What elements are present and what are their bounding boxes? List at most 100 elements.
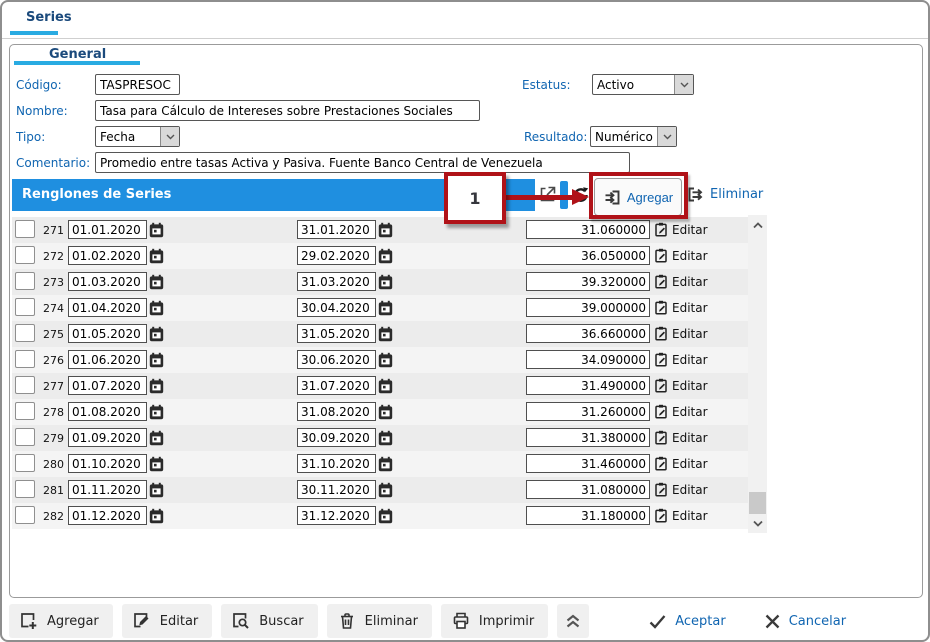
- comentario-input[interactable]: [95, 152, 630, 173]
- value-input[interactable]: [526, 246, 650, 265]
- value-input[interactable]: [526, 402, 650, 421]
- value-input[interactable]: [526, 272, 650, 291]
- value-input[interactable]: [526, 428, 650, 447]
- row-checkbox[interactable]: [15, 220, 35, 238]
- calendar-icon[interactable]: [149, 430, 164, 446]
- edit-row-icon[interactable]: [654, 352, 668, 367]
- date-from-input[interactable]: [68, 402, 147, 421]
- calendar-icon[interactable]: [378, 274, 393, 290]
- toolbar-eliminar-button[interactable]: Eliminar: [326, 604, 432, 638]
- calendar-icon[interactable]: [378, 404, 393, 420]
- row-checkbox[interactable]: [15, 480, 35, 498]
- calendar-icon[interactable]: [149, 352, 164, 368]
- edit-row-icon[interactable]: [654, 482, 668, 497]
- value-input[interactable]: [526, 454, 650, 473]
- value-input[interactable]: [526, 480, 650, 499]
- scroll-down-icon[interactable]: [748, 515, 767, 531]
- toolbar-imprimir-button[interactable]: Imprimir: [440, 604, 549, 638]
- tipo-select[interactable]: Fecha: [95, 126, 180, 147]
- value-input[interactable]: [526, 350, 650, 369]
- row-edit-label[interactable]: Editar: [672, 223, 708, 237]
- row-edit-label[interactable]: Editar: [672, 353, 708, 367]
- edit-row-icon[interactable]: [654, 430, 668, 445]
- grid-eliminar-button[interactable]: Eliminar: [686, 185, 763, 204]
- value-input[interactable]: [526, 298, 650, 317]
- calendar-icon[interactable]: [378, 222, 393, 238]
- chevron-down-icon[interactable]: [674, 75, 693, 94]
- edit-row-icon[interactable]: [654, 404, 668, 419]
- calendar-icon[interactable]: [378, 482, 393, 498]
- date-from-input[interactable]: [68, 220, 147, 239]
- calendar-icon[interactable]: [149, 274, 164, 290]
- date-from-input[interactable]: [68, 246, 147, 265]
- date-to-input[interactable]: [297, 480, 376, 499]
- edit-row-icon[interactable]: [654, 300, 668, 315]
- row-checkbox[interactable]: [15, 428, 35, 446]
- row-edit-label[interactable]: Editar: [672, 405, 708, 419]
- calendar-icon[interactable]: [149, 326, 164, 342]
- tab-general[interactable]: General: [49, 47, 106, 62]
- date-to-input[interactable]: [297, 428, 376, 447]
- edit-row-icon[interactable]: [654, 508, 668, 523]
- row-edit-label[interactable]: Editar: [672, 249, 708, 263]
- date-to-input[interactable]: [297, 298, 376, 317]
- toolbar-buscar-button[interactable]: Buscar: [221, 604, 318, 638]
- row-checkbox[interactable]: [15, 272, 35, 290]
- row-checkbox[interactable]: [15, 506, 35, 524]
- calendar-icon[interactable]: [378, 430, 393, 446]
- date-from-input[interactable]: [68, 480, 147, 499]
- aceptar-button[interactable]: Aceptar: [642, 612, 731, 631]
- estatus-select[interactable]: Activo: [592, 74, 694, 95]
- row-edit-label[interactable]: Editar: [672, 379, 708, 393]
- calendar-icon[interactable]: [378, 352, 393, 368]
- value-input[interactable]: [526, 376, 650, 395]
- calendar-icon[interactable]: [149, 248, 164, 264]
- edit-row-icon[interactable]: [654, 248, 668, 263]
- date-to-input[interactable]: [297, 454, 376, 473]
- calendar-icon[interactable]: [149, 378, 164, 394]
- date-to-input[interactable]: [297, 220, 376, 239]
- collapse-toolbar-button[interactable]: [557, 604, 590, 638]
- row-checkbox[interactable]: [15, 298, 35, 316]
- row-edit-label[interactable]: Editar: [672, 457, 708, 471]
- date-from-input[interactable]: [68, 272, 147, 291]
- scroll-up-icon[interactable]: [748, 217, 767, 233]
- calendar-icon[interactable]: [149, 508, 164, 524]
- chevron-down-icon[interactable]: [657, 127, 676, 146]
- date-from-input[interactable]: [68, 298, 147, 317]
- value-input[interactable]: [526, 506, 650, 525]
- calendar-icon[interactable]: [378, 248, 393, 264]
- date-from-input[interactable]: [68, 454, 147, 473]
- chevron-down-icon[interactable]: [160, 127, 179, 146]
- row-edit-label[interactable]: Editar: [672, 509, 708, 523]
- calendar-icon[interactable]: [378, 326, 393, 342]
- nombre-input[interactable]: [95, 100, 480, 121]
- edit-row-icon[interactable]: [654, 378, 668, 393]
- date-from-input[interactable]: [68, 506, 147, 525]
- date-to-input[interactable]: [297, 506, 376, 525]
- calendar-icon[interactable]: [149, 300, 164, 316]
- date-from-input[interactable]: [68, 376, 147, 395]
- scrollbar-thumb[interactable]: [749, 492, 766, 514]
- date-to-input[interactable]: [297, 350, 376, 369]
- row-edit-label[interactable]: Editar: [672, 275, 708, 289]
- row-checkbox[interactable]: [15, 402, 35, 420]
- row-edit-label[interactable]: Editar: [672, 327, 708, 341]
- resultado-select[interactable]: Numérico: [590, 126, 677, 147]
- date-to-input[interactable]: [297, 324, 376, 343]
- edit-row-icon[interactable]: [654, 326, 668, 341]
- calendar-icon[interactable]: [149, 222, 164, 238]
- vertical-scrollbar[interactable]: [748, 215, 767, 533]
- calendar-icon[interactable]: [149, 456, 164, 472]
- date-from-input[interactable]: [68, 350, 147, 369]
- date-to-input[interactable]: [297, 402, 376, 421]
- row-edit-label[interactable]: Editar: [672, 431, 708, 445]
- row-checkbox[interactable]: [15, 246, 35, 264]
- calendar-icon[interactable]: [378, 456, 393, 472]
- row-checkbox[interactable]: [15, 454, 35, 472]
- edit-row-icon[interactable]: [654, 222, 668, 237]
- calendar-icon[interactable]: [378, 300, 393, 316]
- toolbar-editar-button[interactable]: Editar: [121, 604, 213, 638]
- row-edit-label[interactable]: Editar: [672, 301, 708, 315]
- value-input[interactable]: [526, 324, 650, 343]
